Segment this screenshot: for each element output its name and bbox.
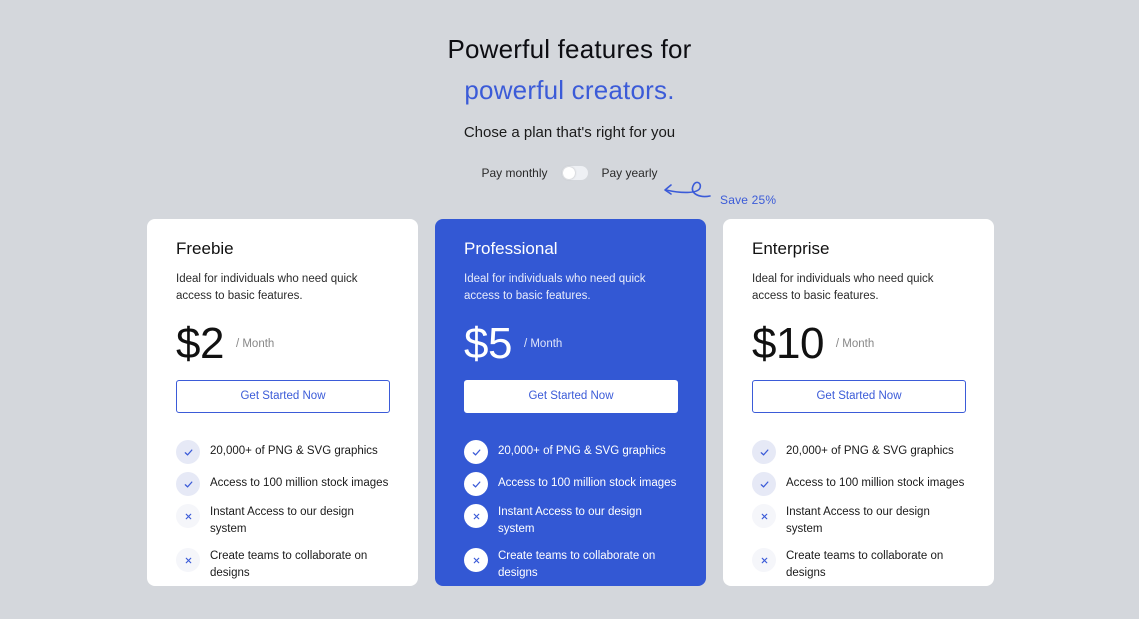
- pricing-cards: Freebie Ideal for individuals who need q…: [147, 219, 994, 586]
- feature-item: Instant Access to our design system: [176, 504, 389, 538]
- feature-list: 20,000+ of PNG & SVG graphics Access to 1…: [464, 440, 677, 582]
- price-period: / Month: [523, 338, 563, 350]
- feature-text: 20,000+ of PNG & SVG graphics: [498, 445, 666, 457]
- pay-yearly-label[interactable]: Pay yearly: [602, 166, 658, 180]
- plan-name: Enterprise: [752, 239, 830, 258]
- get-started-button[interactable]: Get Started Now: [176, 380, 390, 413]
- plan-price: $10: [752, 319, 824, 368]
- page-title: Powerful features for: [447, 34, 692, 64]
- price-row: $2 / Month: [176, 321, 389, 367]
- plan-description: Ideal for individuals who need quick acc…: [176, 273, 358, 302]
- feature-list: 20,000+ of PNG & SVG graphics Access to 1…: [176, 440, 389, 582]
- plan-price: $5: [464, 319, 512, 368]
- pricing-card-enterprise: Enterprise Ideal for individuals who nee…: [723, 219, 994, 586]
- pricing-page: Powerful features for powerful creators.…: [0, 0, 1139, 619]
- page-subtitle: Chose a plan that's right for you: [463, 124, 676, 141]
- feature-text: Create teams to collaborate on designs: [786, 550, 944, 579]
- check-icon: [176, 472, 200, 496]
- feature-item: Create teams to collaborate on designs: [464, 548, 677, 582]
- plan-price: $2: [176, 319, 224, 368]
- feature-text: Access to 100 million stock images: [786, 477, 965, 489]
- feature-item: Access to 100 million stock images: [176, 472, 389, 496]
- check-icon: [176, 440, 200, 464]
- cross-icon: [752, 548, 776, 572]
- feature-item: Access to 100 million stock images: [464, 472, 677, 496]
- feature-text: 20,000+ of PNG & SVG graphics: [210, 445, 378, 457]
- pricing-card-freebie: Freebie Ideal for individuals who need q…: [147, 219, 418, 586]
- curly-arrow-icon: [664, 181, 711, 198]
- billing-toggle-row: Pay monthly Pay yearly: [0, 166, 1139, 180]
- get-started-button[interactable]: Get Started Now: [464, 380, 678, 413]
- plan-name: Freebie: [176, 239, 234, 258]
- feature-list: 20,000+ of PNG & SVG graphics Access to 1…: [752, 440, 965, 582]
- feature-item: 20,000+ of PNG & SVG graphics: [176, 440, 389, 464]
- cross-icon: [176, 504, 200, 528]
- check-icon: [464, 440, 488, 464]
- feature-item: 20,000+ of PNG & SVG graphics: [464, 440, 677, 464]
- feature-item: 20,000+ of PNG & SVG graphics: [752, 440, 965, 464]
- check-icon: [752, 440, 776, 464]
- check-icon: [464, 472, 488, 496]
- feature-item: Create teams to collaborate on designs: [752, 548, 965, 582]
- cross-icon: [752, 504, 776, 528]
- billing-period-switch[interactable]: [561, 166, 588, 180]
- feature-text: Create teams to collaborate on designs: [498, 550, 656, 579]
- get-started-button[interactable]: Get Started Now: [752, 380, 966, 413]
- cross-icon: [464, 504, 488, 528]
- price-row: $5 / Month: [464, 321, 677, 367]
- page-title-highlight: powerful creators.: [464, 75, 675, 105]
- feature-item: Create teams to collaborate on designs: [176, 548, 389, 582]
- feature-item: Instant Access to our design system: [752, 504, 965, 538]
- check-icon: [752, 472, 776, 496]
- pricing-card-professional: Professional Ideal for individuals who n…: [435, 219, 706, 586]
- price-period: / Month: [235, 338, 275, 350]
- cross-icon: [464, 548, 488, 572]
- plan-name: Professional: [464, 239, 558, 258]
- price-period: / Month: [835, 338, 875, 350]
- plan-description: Ideal for individuals who need quick acc…: [752, 273, 934, 302]
- plan-description: Ideal for individuals who need quick acc…: [464, 273, 646, 302]
- feature-text: 20,000+ of PNG & SVG graphics: [786, 445, 954, 457]
- hero-section: Powerful features for powerful creators.…: [0, 30, 1139, 143]
- cross-icon: [176, 548, 200, 572]
- switch-knob[interactable]: [562, 167, 575, 179]
- feature-text: Create teams to collaborate on designs: [210, 550, 368, 579]
- price-row: $10 / Month: [752, 321, 965, 367]
- feature-text: Access to 100 million stock images: [210, 477, 389, 489]
- feature-item: Instant Access to our design system: [464, 504, 677, 538]
- feature-text: Instant Access to our design system: [786, 506, 930, 535]
- pay-monthly-label[interactable]: Pay monthly: [481, 166, 547, 180]
- feature-text: Access to 100 million stock images: [498, 477, 677, 489]
- feature-text: Instant Access to our design system: [498, 506, 642, 535]
- save-badge: Save 25%: [720, 193, 777, 207]
- feature-text: Instant Access to our design system: [210, 506, 354, 535]
- feature-item: Access to 100 million stock images: [752, 472, 965, 496]
